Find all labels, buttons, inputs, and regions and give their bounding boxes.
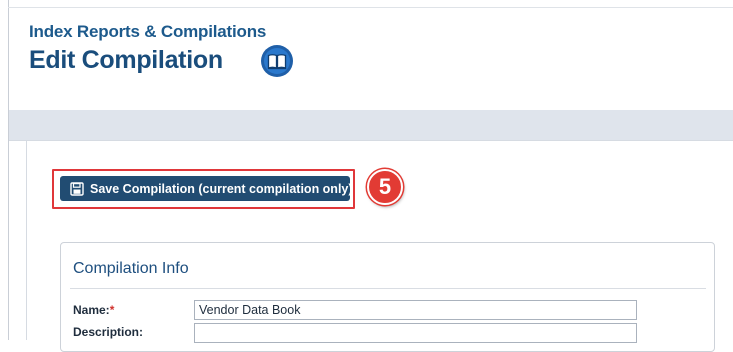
panel-title: Compilation Info [73,260,189,277]
name-label: Name:* [73,303,114,317]
floppy-disk-icon [70,181,84,196]
toolbar-band [9,110,733,140]
required-marker: * [109,303,115,317]
panel-divider [70,288,706,289]
page-header: Index Reports & Compilations Edit Compil… [9,8,733,110]
description-field[interactable] [194,323,637,343]
content-top-border [9,140,733,141]
page-title: Edit Compilation [29,46,223,74]
save-button-label: Save Compilation (current compilation on… [90,181,353,196]
compilation-info-panel: Compilation Info Name:* Description: [60,242,715,352]
name-field[interactable] [194,300,637,320]
description-label: Description: [73,325,144,339]
content-left-border [26,140,27,340]
breadcrumb[interactable]: Index Reports & Compilations [29,22,266,42]
save-compilation-button[interactable]: Save Compilation (current compilation on… [60,176,353,201]
name-label-text: Name: [73,303,110,317]
step-badge: 5 [367,169,403,205]
book-icon[interactable] [260,44,294,78]
